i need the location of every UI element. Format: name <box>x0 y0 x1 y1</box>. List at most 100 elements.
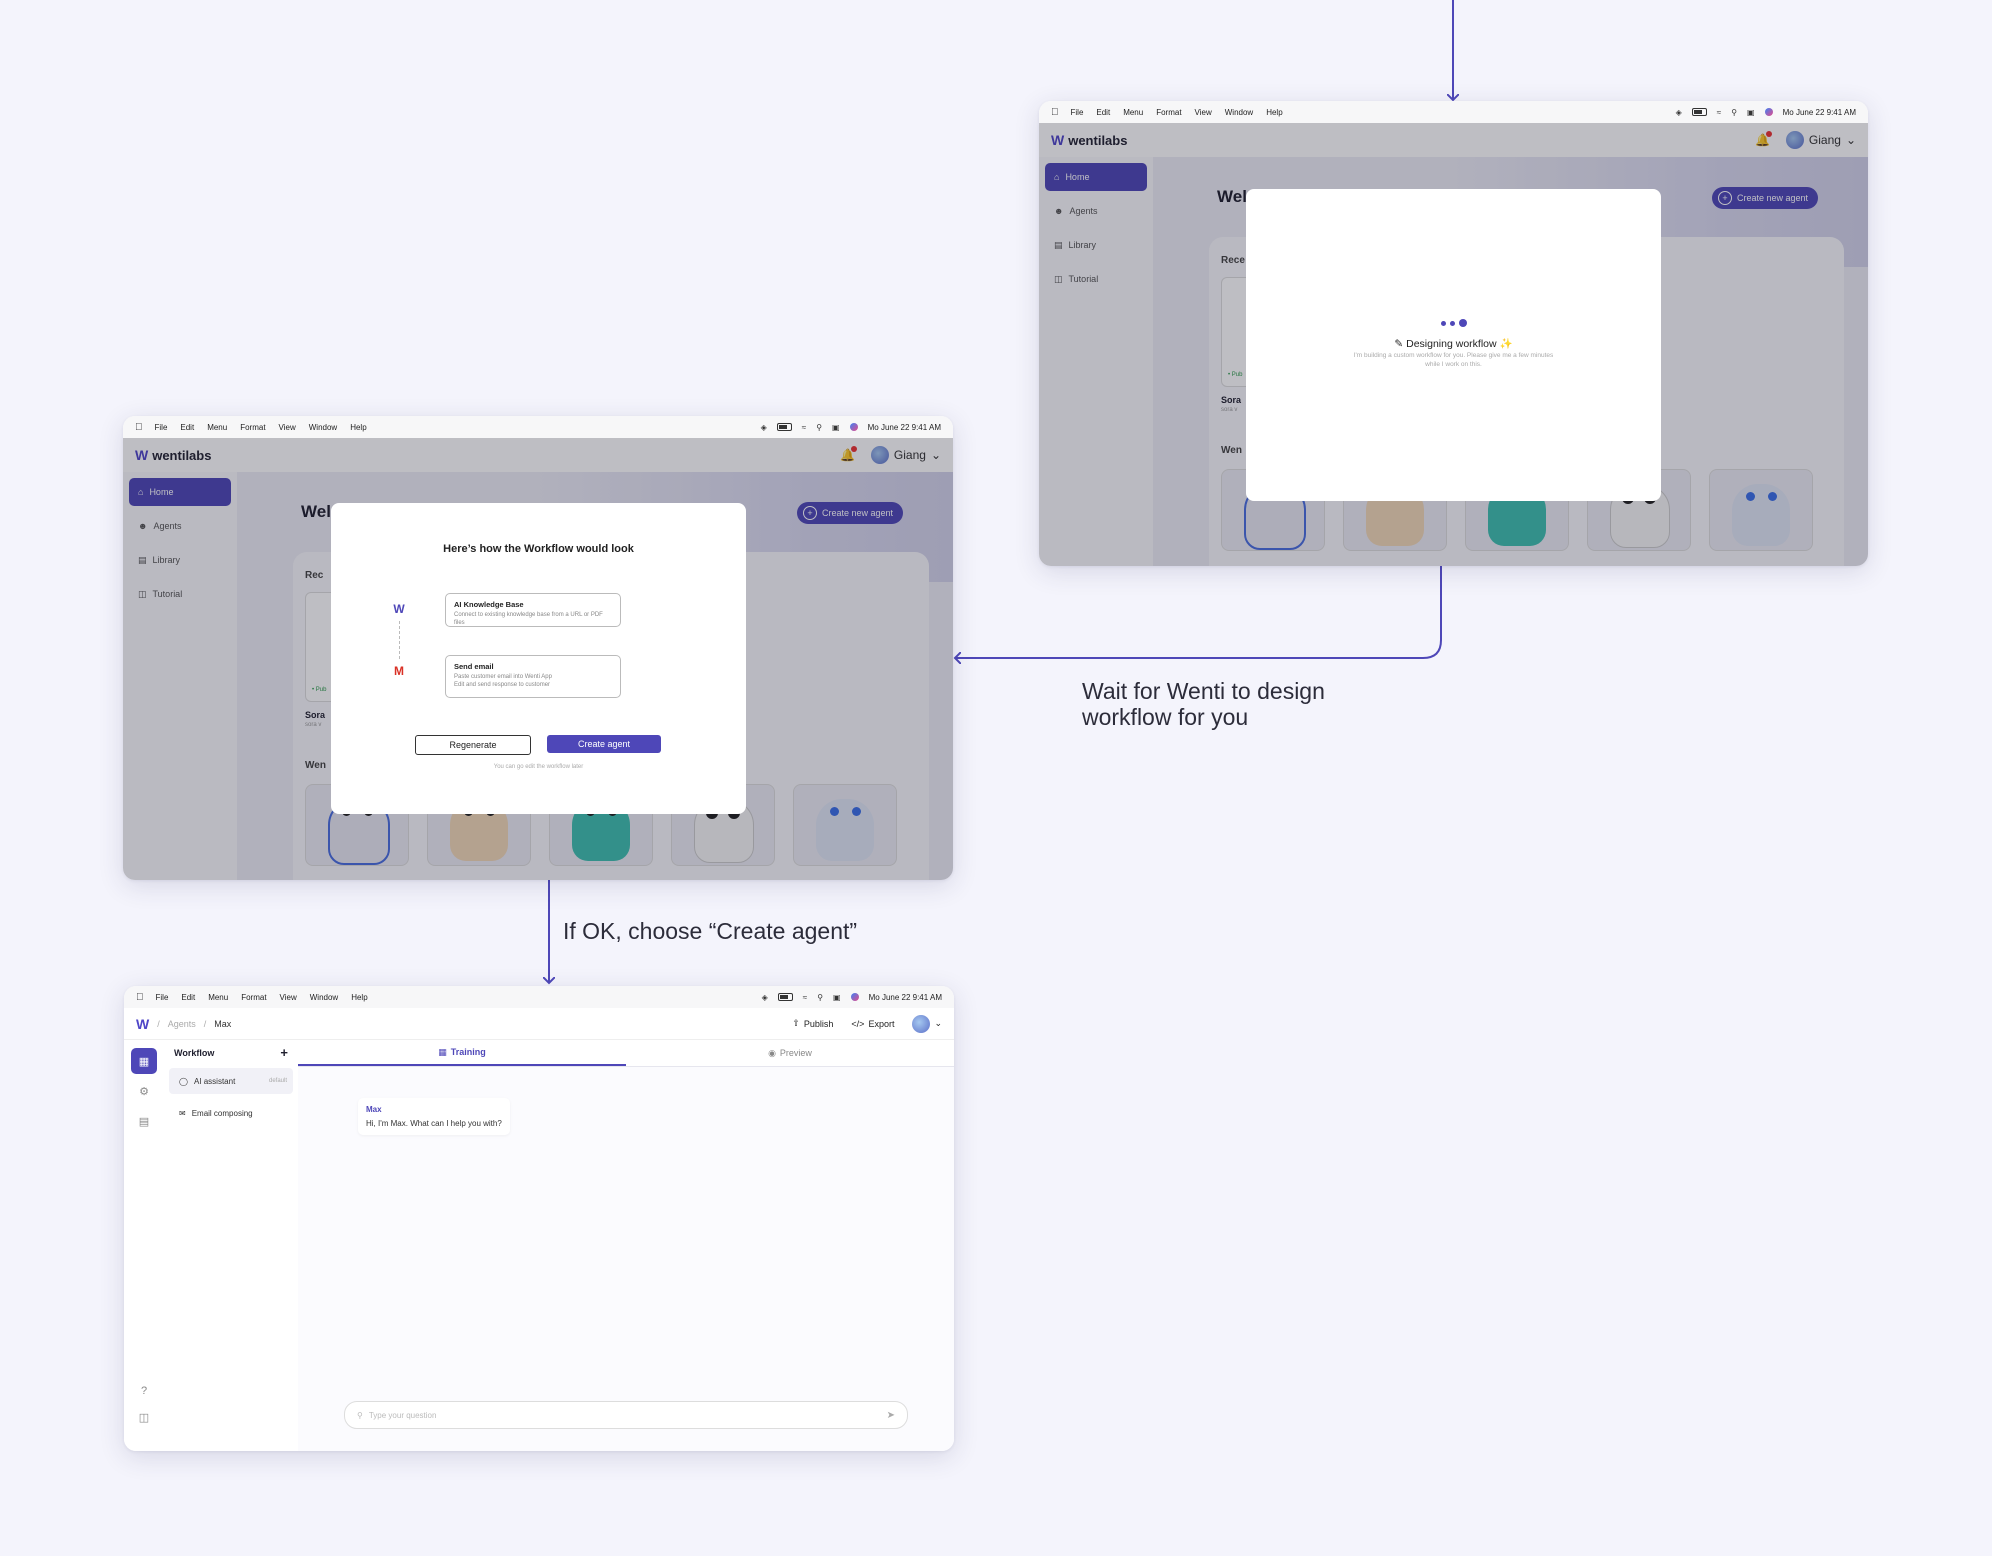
search-icon[interactable]: ⚲ <box>816 423 822 432</box>
workflow-modal-title: Here’s how the Workflow would look <box>443 543 634 555</box>
chevron-down-icon: ⌄ <box>934 1018 942 1028</box>
apple-icon[interactable]:  <box>136 992 144 1003</box>
menu-window[interactable]: Window <box>1225 108 1253 117</box>
chat-icon: ◯ <box>179 1076 188 1086</box>
tab-preview[interactable]: ◉ Preview <box>626 1040 954 1066</box>
screen-designing:  File Edit Menu Format View Window Help… <box>1039 101 1868 566</box>
layers-icon[interactable]: ◈ <box>1676 108 1682 117</box>
sparkles-icon: ✨ <box>1499 338 1513 350</box>
bot-message-text: Hi, I'm Max. What can I help you with? <box>366 1119 502 1128</box>
control-center-icon[interactable]: ▣ <box>1747 108 1755 117</box>
add-workflow-icon[interactable]: + <box>280 1046 288 1059</box>
siri-icon[interactable] <box>850 993 859 1001</box>
code-icon: </> <box>851 1018 865 1029</box>
breadcrumb-separator: / <box>157 1018 160 1029</box>
document-icon[interactable]: ▤ <box>131 1108 157 1134</box>
publish-button[interactable]: ⇧ Publish <box>792 1018 833 1029</box>
battery-icon[interactable] <box>1691 108 1707 116</box>
siri-icon[interactable] <box>1764 108 1773 116</box>
wifi-icon[interactable]: ≈ <box>803 993 807 1002</box>
workflow-label: Workflow <box>174 1048 215 1058</box>
edit-later-note: You can go edit the workflow later <box>493 764 584 770</box>
menu-format[interactable]: Format <box>241 993 266 1002</box>
breadcrumb-current: Max <box>214 1018 232 1029</box>
menubar-datetime: Mo June 22 9:41 AM <box>867 422 941 432</box>
apple-icon[interactable]:  <box>135 422 143 433</box>
search-icon[interactable]: ⚲ <box>817 993 823 1002</box>
pencil-icon: ✎ <box>1394 338 1404 350</box>
designing-title-text: Designing workflow <box>1406 338 1497 350</box>
menu-edit[interactable]: Edit <box>180 423 194 432</box>
step-description: Paste customer email into Wenti App Edit… <box>454 674 552 689</box>
workflow-item-email-composing[interactable]: ✉ Email composing <box>169 1100 293 1126</box>
step-title: AI Knowledge Base <box>454 600 524 609</box>
screen-workflow:  File Edit Menu Format View Window Help… <box>123 416 953 880</box>
menu-help[interactable]: Help <box>350 423 366 432</box>
regenerate-button[interactable]: Regenerate <box>415 735 531 755</box>
battery-icon[interactable] <box>776 423 792 431</box>
workflow-step-send-email[interactable]: Send email Paste customer email into Wen… <box>445 655 621 698</box>
question-input[interactable]: ⚲ Type your question ➤ <box>344 1401 908 1429</box>
create-agent-button[interactable]: Create agent <box>547 735 661 753</box>
search-icon[interactable]: ⚲ <box>1731 108 1737 117</box>
workflow-panel: Workflow + ◯ AI assistant default ✉ Email… <box>164 1040 299 1451</box>
workflow-item-ai-assistant[interactable]: ◯ AI assistant default <box>169 1068 293 1094</box>
workflow-icon[interactable]: ▦ <box>131 1048 157 1074</box>
workflow-step-knowledge-base[interactable]: AI Knowledge Base Connect to existing kn… <box>445 593 621 627</box>
apple-icon[interactable]:  <box>1051 107 1059 118</box>
input-placeholder: Type your question <box>368 1410 437 1420</box>
workflow-item-label: Email composing <box>191 1108 253 1118</box>
wifi-icon[interactable]: ≈ <box>1717 108 1721 117</box>
battery-icon[interactable] <box>777 993 793 1001</box>
menu-edit[interactable]: Edit <box>181 993 195 1002</box>
menu-file[interactable]: File <box>155 423 168 432</box>
menu-help[interactable]: Help <box>351 993 367 1002</box>
menu-edit[interactable]: Edit <box>1096 108 1110 117</box>
control-center-icon[interactable]: ▣ <box>832 423 840 432</box>
workflow-header: Workflow + <box>174 1046 288 1059</box>
layers-icon[interactable]: ◈ <box>761 423 767 432</box>
menu-window[interactable]: Window <box>310 993 338 1002</box>
menu-window[interactable]: Window <box>309 423 337 432</box>
w-logo-icon[interactable]: W <box>136 1016 149 1032</box>
library-icon[interactable]: ◫ <box>131 1404 157 1430</box>
menu-view[interactable]: View <box>1195 108 1212 117</box>
menu-file[interactable]: File <box>156 993 169 1002</box>
eye-icon: ◉ <box>768 1047 776 1058</box>
menu-view[interactable]: View <box>280 993 297 1002</box>
menu-menu[interactable]: Menu <box>207 423 227 432</box>
default-badge: default <box>268 1078 287 1084</box>
send-icon[interactable]: ➤ <box>887 1410 895 1421</box>
menu-format[interactable]: Format <box>240 423 265 432</box>
icon-rail: ▦ ⚙ ▤ ? ◫ <box>124 1040 165 1451</box>
menu-file[interactable]: File <box>1071 108 1084 117</box>
user-menu[interactable]: ⌄ <box>912 1014 942 1033</box>
wifi-icon[interactable]: ≈ <box>802 423 806 432</box>
agent-topbar: W / Agents / Max ⇧ Publish </> Export ⌄ <box>124 1008 954 1040</box>
gear-icon[interactable]: ⚙ <box>131 1078 157 1104</box>
arrow-designing-to-workflow <box>955 566 1442 658</box>
menu-menu[interactable]: Menu <box>1123 108 1143 117</box>
menu-help[interactable]: Help <box>1266 108 1282 117</box>
tab-training[interactable]: ▦ Training <box>298 1040 626 1066</box>
siri-icon[interactable] <box>849 423 858 431</box>
mac-menubar:  File Edit Menu Format View Window Help… <box>124 986 954 1008</box>
attach-icon[interactable]: ⚲ <box>357 1411 363 1420</box>
menu-menu[interactable]: Menu <box>208 993 228 1002</box>
export-button[interactable]: </> Export <box>851 1019 894 1029</box>
designing-modal: ✎ Designing workflow ✨ I'm building a cu… <box>1246 189 1661 501</box>
help-icon[interactable]: ? <box>131 1378 157 1404</box>
menu-view[interactable]: View <box>279 423 296 432</box>
menu-format[interactable]: Format <box>1156 108 1181 117</box>
menubar-datetime: Mo June 22 9:41 AM <box>868 992 942 1002</box>
gmail-icon: M <box>394 664 404 678</box>
bot-message: Max Hi, I'm Max. What can I help you wit… <box>358 1098 510 1135</box>
breadcrumb-agents[interactable]: Agents <box>168 1019 196 1029</box>
control-center-icon[interactable]: ▣ <box>833 993 841 1002</box>
mac-menubar:  File Edit Menu Format View Window Help… <box>1039 101 1868 123</box>
menubar-datetime: Mo June 22 9:41 AM <box>1782 107 1856 117</box>
chat-area: ▦ Training ◉ Preview Max Hi, I'm Max. What… <box>298 1040 954 1451</box>
layers-icon[interactable]: ◈ <box>762 993 768 1002</box>
tab-label: Training <box>450 1047 486 1057</box>
avatar <box>912 1014 931 1033</box>
